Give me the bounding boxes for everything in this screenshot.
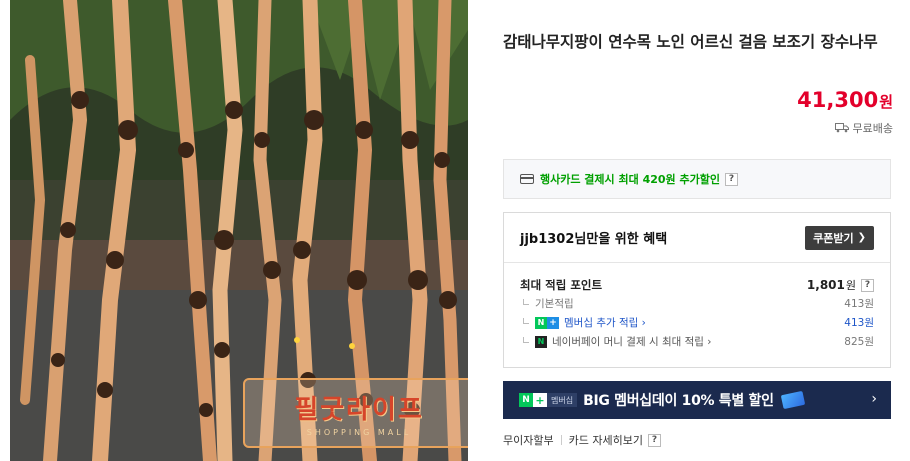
membership-badge-label: 멤버십 — [547, 393, 578, 407]
help-icon[interactable]: ? — [647, 433, 661, 447]
tree-branch-icon — [523, 298, 529, 305]
shop-logo-text: 필굿라이프 — [294, 395, 424, 425]
shop-logo-watermark: 필굿라이프 SHOPPING MALL — [243, 378, 468, 448]
credit-card-icon — [520, 174, 534, 184]
benefit-header: jjb1302님만을 위한 혜택 쿠폰받기 ❯ — [504, 213, 890, 263]
membership-day-banner[interactable]: N + 멤버십 BIG 멤버십데이 10% 특별 할인 › — [503, 381, 891, 419]
banner-text-prefix: BIG 멤버십데이 — [583, 393, 682, 409]
points-row-value: 413원 — [844, 298, 874, 310]
points-total: 1,801 원 ? — [807, 277, 874, 293]
price-value: 41,300 — [797, 88, 879, 112]
naverpay-points-link[interactable]: 네이버페이 머니 결제 시 최대 적립 — [552, 334, 704, 349]
points-row-value: 413원 — [844, 317, 874, 329]
chevron-right-icon: ❯ — [857, 232, 866, 243]
banner-text: BIG 멤버십데이 10% 특별 할인 — [583, 390, 774, 410]
product-title: 감태나무지팡이 연수목 노인 어르신 걸음 보조기 장수나무 — [503, 33, 878, 51]
points-total-row: 최대 적립 포인트 1,801 원 ? — [520, 276, 874, 294]
points-row-membership[interactable]: N + 멤버십 추가 적립 › 413원 — [520, 313, 874, 332]
card-discount-text: 행사카드 결제시 최대 420원 추가할인 — [540, 173, 720, 186]
benefit-box: jjb1302님만을 위한 혜택 쿠폰받기 ❯ 최대 적립 포인트 1,801 … — [503, 212, 891, 368]
installment-link[interactable]: 무이자할부 — [503, 432, 554, 448]
card-details-link[interactable]: 카드 자세히보기 — [569, 432, 643, 448]
price-unit: 원 — [879, 93, 893, 111]
shipping-text: 무료배송 — [852, 122, 893, 135]
membership-points-link[interactable]: 멤버십 추가 적립 — [564, 315, 638, 330]
banner-text-highlight: 10% 특별 할인 — [681, 393, 774, 409]
benefit-title: jjb1302님만을 위한 혜택 — [520, 232, 668, 247]
points-row-value: 825원 — [844, 336, 874, 348]
chevron-right-icon: › — [871, 391, 877, 407]
payment-links: 무이자할부 카드 자세히보기 ? — [503, 432, 661, 448]
naver-plus-membership-badge: N + 멤버십 — [519, 393, 578, 407]
help-icon[interactable]: ? — [861, 278, 874, 292]
naver-pay-icon: N — [535, 335, 547, 348]
help-icon[interactable]: ? — [724, 172, 738, 186]
points-title: 최대 적립 포인트 — [520, 278, 603, 292]
chevron-right-icon: › — [703, 335, 712, 348]
truck-icon — [834, 123, 849, 133]
card-icon — [780, 390, 805, 410]
coupon-button-label: 쿠폰받기 — [813, 231, 854, 245]
points-total-unit: 원 — [845, 279, 856, 292]
points-total-value: 1,801 — [806, 278, 845, 292]
product-image[interactable]: 필굿라이프 SHOPPING MALL — [10, 0, 468, 461]
tree-branch-icon — [523, 336, 529, 343]
tree-branch-icon — [523, 317, 529, 324]
points-row-basic: 기본적립 413원 — [520, 294, 874, 313]
points-row-naverpay[interactable]: N 네이버페이 머니 결제 시 최대 적립 › 825원 — [520, 332, 874, 351]
coupon-download-button[interactable]: 쿠폰받기 ❯ — [805, 225, 874, 250]
points-row-label: 기본적립 — [535, 298, 574, 310]
naver-plus-membership-icon: N + — [535, 316, 559, 329]
price: 41,300 원 — [797, 88, 893, 112]
chevron-right-icon: › — [638, 316, 646, 329]
card-discount-box[interactable]: 행사카드 결제시 최대 420원 추가할인 ? — [503, 159, 891, 199]
points-section: 최대 적립 포인트 1,801 원 ? 기본적립 413원 N + 멤버십 추가… — [504, 263, 890, 351]
divider — [560, 435, 562, 445]
shop-logo-subtext: SHOPPING MALL — [306, 428, 412, 437]
shipping-info: 무료배송 — [834, 120, 893, 136]
